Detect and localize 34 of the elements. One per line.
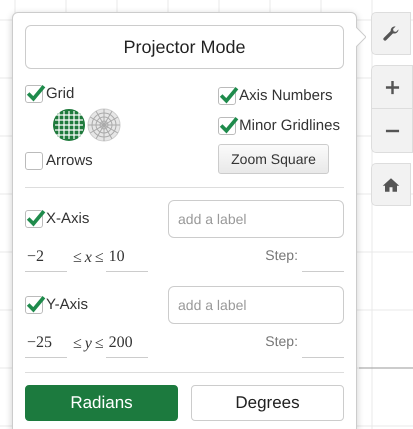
min-value-field[interactable]: −2: [25, 245, 67, 272]
less-equal-symbol: ≤: [73, 334, 82, 354]
checkmark-icon: [218, 114, 240, 136]
checkbox[interactable]: Axis Numbers: [218, 85, 332, 108]
minus-icon: [384, 128, 400, 132]
less-equal-symbol: ≤: [73, 248, 82, 268]
axis-label-field[interactable]: add a label: [168, 200, 344, 238]
checkmark-icon: [25, 208, 46, 229]
checkbox[interactable]: Y-Axis: [25, 294, 88, 316]
zoom-square-button[interactable]: Zoom Square: [218, 144, 329, 174]
variable-name: y: [84, 334, 92, 354]
checkmark-icon: [25, 294, 46, 315]
less-equal-symbol: ≤: [94, 248, 104, 268]
projector-mode-button[interactable]: Projector Mode: [25, 25, 344, 69]
checkbox[interactable]: Minor Gridlines: [218, 114, 340, 137]
plus-icon: [384, 80, 400, 94]
variable-name: x: [84, 248, 92, 268]
axis-label-field[interactable]: add a label: [168, 286, 344, 324]
home-button[interactable]: [371, 163, 411, 206]
checkbox[interactable]: Grid: [25, 83, 121, 106]
max-value-field[interactable]: 10: [106, 245, 148, 272]
step-label: Step:: [265, 332, 298, 351]
wrench-icon: [381, 24, 401, 44]
settings-button[interactable]: [371, 12, 411, 55]
home-icon: [382, 176, 400, 194]
angle-mode-button[interactable]: Radians: [25, 385, 178, 421]
min-value-field[interactable]: −25: [25, 331, 67, 358]
checkbox[interactable]: X-Axis: [25, 208, 90, 230]
checkbox[interactable]: Arrows: [25, 150, 121, 172]
cartesian-grid-icon[interactable]: [52, 108, 86, 142]
step-label: Step:: [265, 246, 298, 265]
less-equal-symbol: ≤: [94, 334, 104, 354]
angle-mode-button[interactable]: Degrees: [191, 385, 344, 421]
max-value-field[interactable]: 200: [106, 331, 148, 358]
